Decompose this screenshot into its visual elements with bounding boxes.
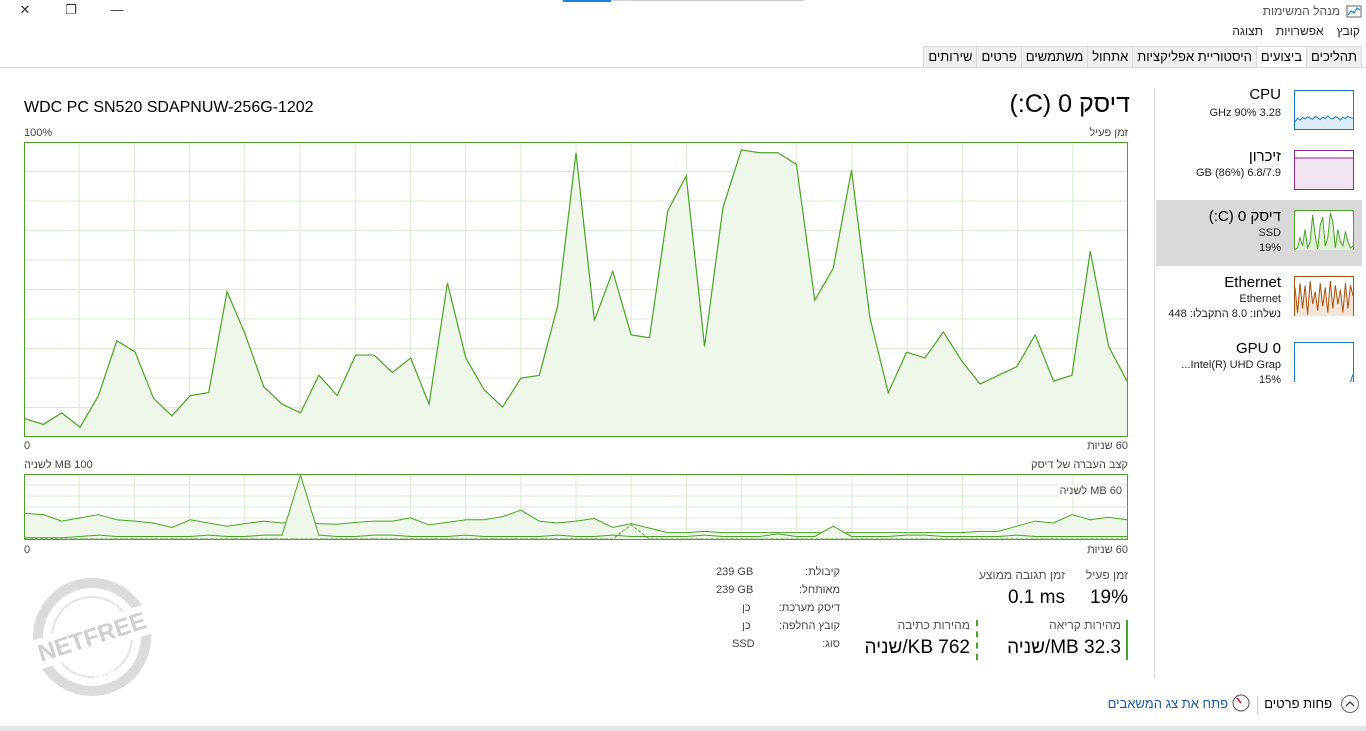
stat-write-label: מהירות כתיבה	[897, 618, 970, 632]
sidebar-item-disk[interactable]: דיסק 0 (C:) SSD 19%	[1156, 200, 1362, 266]
transfer-inner-label: 60 MB לשניה	[1059, 485, 1122, 497]
stat-active-label: זמן פעיל	[1085, 568, 1128, 582]
transfer-chart-label: קצב העברה של דיסק	[1031, 459, 1128, 471]
thumbnail-frame	[1294, 342, 1354, 382]
menu-view[interactable]: תצוגה	[1232, 24, 1263, 42]
transfer-axis-label: 60 שניות	[1087, 544, 1128, 556]
tab-app-history[interactable]: היסטוריית אפליקציות	[1133, 46, 1257, 68]
prop-value: 239 GB	[716, 566, 754, 578]
minimize-button[interactable]: —	[94, 0, 140, 22]
memory-thumbnail	[1294, 150, 1354, 190]
sidebar-item-detail: 3.28 GHz 90%	[1209, 107, 1281, 119]
drag-indicator	[563, 0, 611, 2]
stat-write-value: 762 KB/שניה	[864, 637, 970, 658]
tab-divider	[0, 67, 1366, 68]
sidebar-item-usage: 19%	[1258, 242, 1281, 254]
prop-value: כן	[742, 602, 751, 614]
stat-active-value: 19%	[1089, 587, 1128, 608]
restore-button[interactable]: ❐	[48, 0, 94, 22]
chevron-up-icon[interactable]	[1340, 694, 1360, 714]
disk-model: WDC PC SN520 SDAPNUW-256G-1202	[24, 99, 314, 116]
close-icon: ✕	[19, 2, 31, 17]
disk-thumbnail	[1294, 210, 1354, 250]
read-speed-marker	[1126, 620, 1128, 660]
stat-read-label: מהירות קריאה	[1049, 618, 1121, 632]
sidebar-item-label: דיסק 0 (C:)	[1208, 208, 1281, 225]
sidebar-item-label: זיכרון	[1248, 148, 1281, 165]
tab-users[interactable]: משתמשים	[1021, 46, 1089, 68]
sidebar-item-gpu[interactable]: GPU 0 Intel(R) UHD Grap... 15%	[1156, 336, 1362, 400]
tab-details[interactable]: פרטים	[977, 46, 1022, 68]
menu-bar: קובץ אפשרויות תצוגה	[1232, 24, 1360, 42]
title-bar-divider	[611, 0, 804, 1]
netfree-watermark: NETFREE מחושב מוגן	[28, 578, 156, 696]
active-time-chart	[24, 142, 1128, 437]
transfer-chart	[24, 474, 1128, 540]
prop-value: SSD	[732, 638, 755, 650]
thumbnail-area	[1295, 158, 1353, 189]
transfer-min-label: 0	[24, 544, 31, 556]
prop-label: סוג:	[822, 638, 840, 650]
sidebar-item-label: Ethernet	[1224, 274, 1281, 291]
footer: פחות פרטים פתח את צג המשאבים	[0, 688, 1366, 724]
sidebar-item-detail: Ethernet	[1239, 293, 1281, 305]
gpu-thumbnail	[1294, 342, 1354, 382]
prop-value: 239 GB	[716, 584, 754, 596]
tab-startup[interactable]: אתחול	[1088, 46, 1134, 68]
active-time-min-label: 0	[24, 440, 31, 452]
close-button[interactable]: ✕	[2, 0, 48, 22]
stat-read-value: 32.3 MB/שניה	[1007, 637, 1121, 658]
prop-label: קובץ החלפה:	[778, 620, 840, 632]
stat-response-value: 0.1 ms	[1007, 587, 1065, 608]
fewer-details-button[interactable]: פחות פרטים	[1264, 696, 1332, 711]
sidebar-item-usage: 15%	[1258, 374, 1281, 386]
active-time-axis-label: 60 שניות	[1087, 440, 1128, 452]
tab-processes[interactable]: תהליכים	[1307, 46, 1362, 68]
prop-value: כן	[742, 620, 751, 632]
tab-services[interactable]: שירותים	[923, 46, 978, 68]
task-manager-icon	[1346, 5, 1362, 18]
active-time-max-label: 100%	[24, 127, 53, 139]
prop-label: קיבולת:	[805, 566, 840, 578]
sidebar-item-label: GPU 0	[1235, 340, 1281, 357]
write-speed-marker	[976, 620, 978, 660]
sidebar-item-cpu[interactable]: CPU 3.28 GHz 90%	[1156, 84, 1362, 148]
title-bar: ✕ ❐ — מנהל המשימות	[0, 0, 1366, 24]
bottom-strip	[0, 726, 1366, 731]
transfer-max-label: 100 MB לשניה	[24, 459, 93, 471]
sidebar-item-detail: 6.8/7.9 GB (86%)	[1196, 167, 1281, 179]
cpu-thumbnail	[1294, 90, 1354, 130]
sidebar-item-memory[interactable]: זיכרון 6.8/7.9 GB (86%)	[1156, 144, 1362, 208]
prop-label: מאותחל:	[798, 584, 840, 596]
minimize-icon: —	[110, 2, 124, 17]
stat-response-label: זמן תגובה ממוצע	[978, 568, 1065, 582]
resource-monitor-icon	[1232, 694, 1250, 712]
ethernet-thumbnail	[1294, 276, 1354, 316]
sidebar-item-detail: Intel(R) UHD Grap...	[1181, 359, 1281, 371]
restore-icon: ❐	[65, 2, 77, 17]
sidebar-item-detail: SSD	[1258, 227, 1281, 239]
active-time-chart-label: זמן פעיל	[1089, 127, 1128, 139]
sidebar-item-ethernet[interactable]: Ethernet Ethernet נשלחו: 8.0 התקבלו: 448	[1156, 270, 1362, 334]
sidebar-divider	[1154, 88, 1155, 678]
sidebar-item-throughput: נשלחו: 8.0 התקבלו: 448	[1168, 308, 1281, 320]
tab-strip: תהליכים ביצועים היסטוריית אפליקציות אתחו…	[923, 46, 1362, 69]
footer-divider	[1257, 696, 1258, 714]
page-title: דיסק 0 (C:)	[1009, 90, 1130, 118]
prop-label: דיסק מערכת:	[778, 602, 840, 614]
menu-file[interactable]: קובץ	[1337, 24, 1360, 42]
menu-options[interactable]: אפשרויות	[1276, 24, 1324, 42]
sidebar-item-label: CPU	[1249, 86, 1281, 103]
open-resource-monitor-link[interactable]: פתח את צג המשאבים	[1108, 696, 1228, 711]
window-title: מנהל המשימות	[1262, 4, 1340, 18]
tab-performance[interactable]: ביצועים	[1256, 46, 1308, 69]
